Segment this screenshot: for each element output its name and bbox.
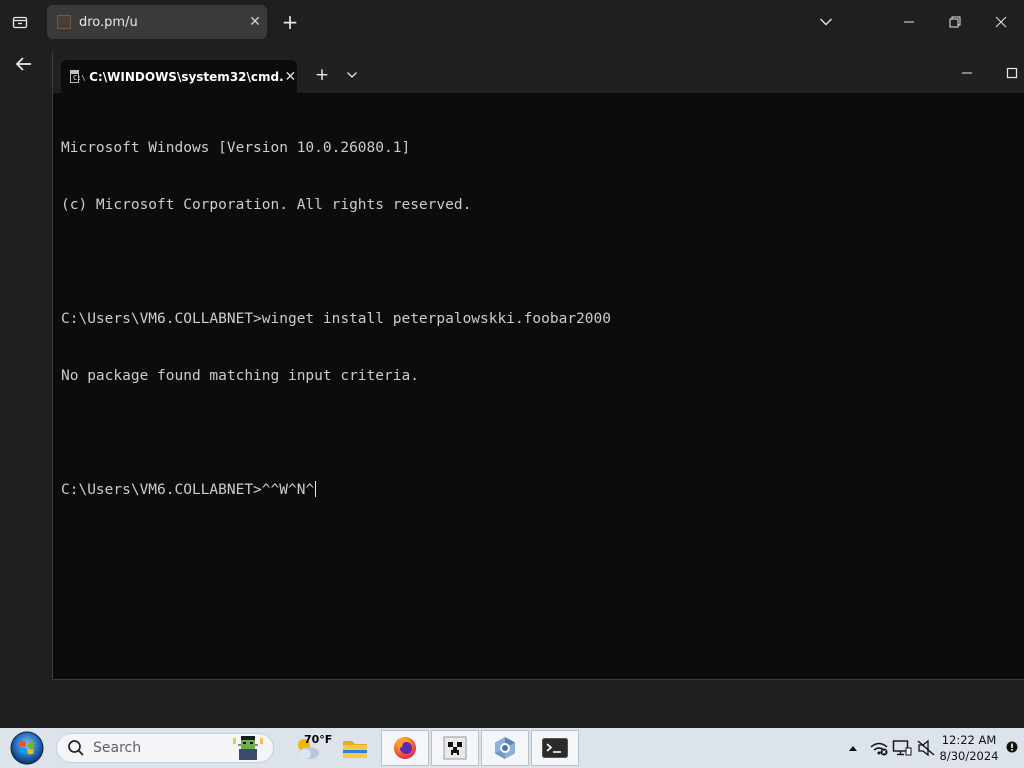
taskbar-search-box[interactable]: Search [56, 733, 274, 763]
console-line: C:\Users\VM6.COLLABNET>winget install pe… [61, 311, 611, 327]
terminal-tab-title: C:\WINDOWS\system32\cmd. [89, 69, 284, 84]
notification-icon[interactable] [1004, 738, 1020, 758]
taskbar: Search 70°F 12:22 AM 8/30/2024 [0, 728, 1024, 768]
browser-tab-strip: dro.pm/u ✕ + [0, 0, 1024, 44]
browser-tab-title: dro.pm/u [79, 14, 138, 30]
chevron-up-icon[interactable] [844, 738, 862, 758]
taskbar-chromium[interactable] [481, 730, 529, 766]
browser-restore-button[interactable] [940, 8, 970, 36]
system-clock[interactable]: 12:22 AM 8/30/2024 [938, 732, 1000, 764]
weather-widget[interactable]: 70°F [286, 730, 333, 766]
terminal-minimize-button[interactable] [953, 62, 981, 84]
console-prompt-line[interactable]: C:\Users\VM6.COLLABNET>^^W^N^ [61, 481, 611, 500]
browser-minimize-button[interactable] [894, 8, 924, 36]
search-placeholder: Search [93, 740, 142, 756]
chromium-icon [495, 737, 515, 759]
terminal-titlebar: C:\ C:\WINDOWS\system32\cmd. ✕ + [53, 52, 1024, 93]
chevron-down-icon[interactable] [341, 64, 363, 86]
taskbar-file-explorer[interactable] [334, 730, 376, 766]
console-output[interactable]: Microsoft Windows [Version 10.0.26080.1]… [61, 101, 611, 538]
console-prompt: C:\Users\VM6.COLLABNET>^^W^N^ [61, 482, 315, 498]
creeper-icon [443, 736, 467, 760]
display-icon[interactable] [892, 738, 912, 758]
text-cursor [315, 481, 317, 497]
clock-time: 12:22 AM [941, 733, 997, 747]
taskbar-minecraft[interactable] [431, 730, 479, 766]
chevron-down-icon[interactable] [812, 8, 840, 36]
clock-date: 8/30/2024 [939, 749, 999, 763]
taskbar-terminal[interactable] [531, 730, 579, 766]
cmd-icon: C:\ [70, 70, 86, 83]
terminal-new-tab-button[interactable]: + [311, 64, 333, 86]
browser-tab[interactable]: dro.pm/u ✕ [47, 5, 267, 39]
console-line: Microsoft Windows [Version 10.0.26080.1] [61, 140, 411, 156]
browser-sidebar [0, 44, 50, 684]
windows-orb-icon [10, 731, 44, 765]
folder-icon [343, 741, 367, 758]
frankenstein-search-highlight-icon [233, 736, 263, 760]
terminal-tab-close-icon[interactable]: ✕ [284, 69, 297, 85]
terminal-window: C:\ C:\WINDOWS\system32\cmd. ✕ + Microso… [52, 52, 1024, 680]
network-icon[interactable] [869, 738, 889, 758]
tab-actions-icon[interactable] [6, 8, 34, 36]
terminal-tab[interactable]: C:\ C:\WINDOWS\system32\cmd. ✕ [61, 60, 297, 93]
volume-muted-icon[interactable] [916, 738, 936, 758]
console-line: (c) Microsoft Corporation. All rights re… [61, 197, 472, 213]
terminal-icon [542, 738, 568, 758]
browser-tab-close-icon[interactable]: ✕ [243, 14, 267, 30]
new-tab-button[interactable]: + [276, 8, 304, 36]
weather-temperature: 70°F [304, 733, 333, 746]
firefox-icon [394, 737, 416, 759]
browser-close-button[interactable] [986, 8, 1016, 36]
terminal-maximize-button[interactable] [999, 62, 1024, 84]
start-button[interactable] [8, 730, 46, 766]
taskbar-firefox[interactable] [381, 730, 429, 766]
site-favicon-icon [57, 15, 71, 29]
back-arrow-icon[interactable] [8, 52, 40, 76]
console-line: No package found matching input criteria… [61, 368, 419, 384]
search-icon [68, 740, 84, 756]
